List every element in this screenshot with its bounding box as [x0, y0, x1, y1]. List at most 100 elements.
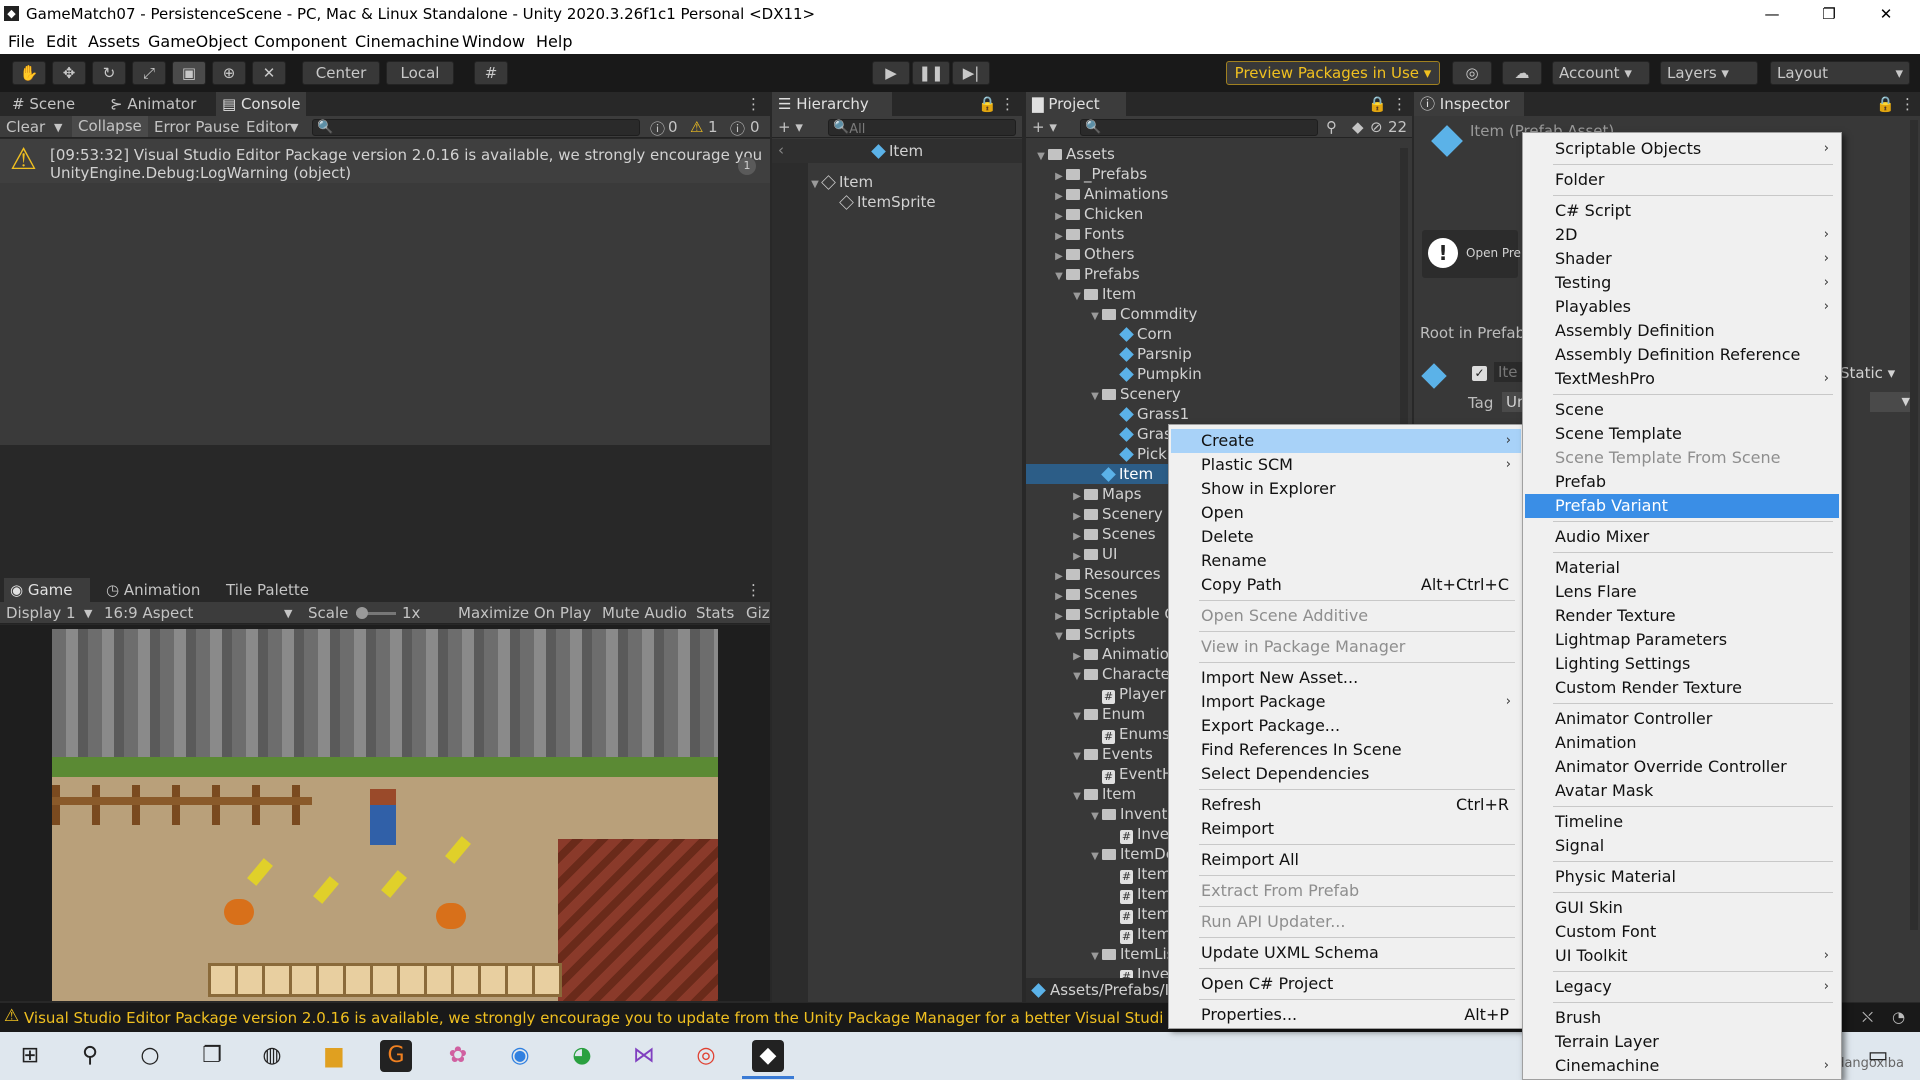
menu-help[interactable]: Help	[536, 32, 572, 51]
clear-button[interactable]: Clear	[6, 118, 45, 136]
menu-item-gui-skin[interactable]: GUI Skin	[1525, 896, 1839, 920]
project-tree-item[interactable]: ▶ Fonts	[1026, 224, 1400, 244]
menu-item-plastic-scm[interactable]: Plastic SCM ›	[1171, 453, 1521, 477]
scale-slider-handle[interactable]	[356, 607, 368, 619]
filter-label-icon[interactable]: ◆	[1352, 118, 1364, 136]
project-tree-item[interactable]: Corn	[1026, 324, 1400, 344]
menu-item-brush[interactable]: Brush	[1525, 1006, 1839, 1030]
back-arrow-icon[interactable]: ‹	[778, 141, 784, 159]
project-search-input[interactable]: 🔍	[1080, 119, 1318, 136]
menu-item-export-package[interactable]: Export Package...	[1171, 714, 1521, 738]
project-tree-item[interactable]: Pumpkin	[1026, 364, 1400, 384]
project-tree-item[interactable]: ▶ Others	[1026, 244, 1400, 264]
menu-item-scriptable-objects[interactable]: Scriptable Objects ›	[1525, 137, 1839, 161]
unity-taskbar-icon[interactable]: ◆	[752, 1040, 784, 1072]
pause-button[interactable]: ❚❚	[912, 61, 950, 85]
play-button[interactable]: ▶	[872, 61, 910, 85]
project-tree-item[interactable]: Parsnip	[1026, 344, 1400, 364]
hierarchy-menu-icon[interactable]: ⋮	[994, 92, 1021, 116]
inspector-scrollbar[interactable]	[1910, 120, 1918, 930]
project-tree-item[interactable]: ▼ Commdity	[1026, 304, 1400, 324]
transform-tool-icon[interactable]: ⊕	[212, 61, 246, 85]
project-add-icon[interactable]: + ▾	[1032, 118, 1057, 136]
menu-item-2d[interactable]: 2D ›	[1525, 223, 1839, 247]
game-view[interactable]	[0, 625, 770, 1001]
custom-tool-icon[interactable]: ✕	[252, 61, 286, 85]
panel-menu-icon[interactable]: ⋮	[740, 92, 767, 116]
menu-item-shader[interactable]: Shader ›	[1525, 247, 1839, 271]
scale-tool-icon[interactable]: ⤢	[132, 61, 166, 85]
project-tree-item[interactable]: ▶ Chicken	[1026, 204, 1400, 224]
menu-item-create[interactable]: Create ›	[1171, 429, 1521, 453]
menu-item-material[interactable]: Material	[1525, 556, 1839, 580]
minimize-button[interactable]: —	[1752, 2, 1792, 26]
menu-item-animation[interactable]: Animation	[1525, 731, 1839, 755]
search-icon[interactable]: ⚲	[74, 1040, 106, 1072]
rect-tool-icon[interactable]: ▣	[172, 61, 206, 85]
cortana-icon[interactable]: ○	[134, 1040, 166, 1072]
info-count-icon[interactable]: ⓘ	[650, 118, 665, 139]
visual-studio-icon[interactable]: ⋈	[628, 1040, 660, 1072]
aspect-dropdown[interactable]: 16:9 Aspect	[104, 604, 193, 622]
project-path[interactable]: Assets/Prefabs/I	[1050, 981, 1169, 999]
layout-dropdown[interactable]: Layout ▾	[1770, 61, 1910, 85]
menu-item-lighting-settings[interactable]: Lighting Settings	[1525, 652, 1839, 676]
tab-tile-palette[interactable]: Tile Palette	[220, 578, 315, 602]
hand-tool-icon[interactable]: ✋	[12, 61, 46, 85]
progress-icon[interactable]: ◔	[1892, 1008, 1905, 1026]
step-button[interactable]: ▶|	[952, 61, 990, 85]
tab-hierarchy[interactable]: ☰ Hierarchy	[772, 92, 892, 116]
preview-packages-button[interactable]: Preview Packages in Use ▾	[1226, 61, 1440, 85]
menu-window[interactable]: Window	[462, 32, 525, 51]
menu-item-playables[interactable]: Playables ›	[1525, 295, 1839, 319]
tab-inspector[interactable]: ⓘ Inspector	[1414, 92, 1524, 116]
menu-item-reimport-all[interactable]: Reimport All	[1171, 848, 1521, 872]
menu-item-properties[interactable]: Properties... Alt+P	[1171, 1003, 1521, 1027]
tab-project[interactable]: ▇ Project	[1026, 92, 1126, 116]
menu-component[interactable]: Component	[254, 32, 347, 51]
expand-arrow-icon[interactable]: ▼	[808, 175, 822, 195]
menu-item-scene-template[interactable]: Scene Template	[1525, 422, 1839, 446]
log-entry[interactable]: ⚠ [09:53:32] Visual Studio Editor Packag…	[0, 139, 770, 183]
project-tree-item[interactable]: Grass1	[1026, 404, 1400, 424]
menu-item-find-references-in-scene[interactable]: Find References In Scene	[1171, 738, 1521, 762]
maximize-on-play-button[interactable]: Maximize On Play	[458, 604, 591, 622]
object-name-field[interactable]: Ite	[1494, 362, 1524, 382]
maximize-button[interactable]: ❐	[1809, 2, 1849, 26]
pivot-local-button[interactable]: Local	[386, 61, 454, 85]
menu-item-copy-path[interactable]: Copy Path Alt+Ctrl+C	[1171, 573, 1521, 597]
menu-item-animator-override-controller[interactable]: Animator Override Controller	[1525, 755, 1839, 779]
menu-item-render-texture[interactable]: Render Texture	[1525, 604, 1839, 628]
menu-item-prefab-variant[interactable]: Prefab Variant	[1525, 494, 1839, 518]
menu-item-avatar-mask[interactable]: Avatar Mask	[1525, 779, 1839, 803]
menu-item-assembly-definition-reference[interactable]: Assembly Definition Reference	[1525, 343, 1839, 367]
app-g-icon[interactable]: G	[380, 1040, 412, 1072]
account-dropdown[interactable]: Account ▾	[1552, 61, 1650, 85]
menu-item-custom-render-texture[interactable]: Custom Render Texture	[1525, 676, 1839, 700]
error-count-icon[interactable]: ⓘ	[730, 118, 745, 139]
mute-audio-button[interactable]: Mute Audio	[602, 604, 687, 622]
menu-file[interactable]: File	[8, 32, 35, 51]
menu-cinemachine[interactable]: Cinemachine	[355, 32, 459, 51]
active-checkbox[interactable]: ✓	[1472, 366, 1487, 381]
menu-item-custom-font[interactable]: Custom Font	[1525, 920, 1839, 944]
menu-item-refresh[interactable]: Refresh Ctrl+R	[1171, 793, 1521, 817]
menu-item-animator-controller[interactable]: Animator Controller	[1525, 707, 1839, 731]
move-tool-icon[interactable]: ✥	[52, 61, 86, 85]
hierarchy-search-input[interactable]: 🔍 All	[828, 119, 1016, 137]
windows-start-icon[interactable]: ⊞	[14, 1040, 46, 1072]
tab-animation[interactable]: ◷ Animation	[100, 578, 206, 602]
app-chat-icon[interactable]: ◉	[504, 1040, 536, 1072]
project-tree-item[interactable]: ▼ Item	[1026, 284, 1400, 304]
menu-item-testing[interactable]: Testing ›	[1525, 271, 1839, 295]
editor-dropdown[interactable]: Editor	[246, 118, 290, 136]
task-view-icon[interactable]: ❐	[196, 1040, 228, 1072]
project-menu-icon[interactable]: ⋮	[1386, 92, 1413, 116]
error-pause-button[interactable]: Error Pause	[154, 118, 239, 136]
file-explorer-icon[interactable]: ▆	[318, 1040, 350, 1072]
cloud-icon[interactable]: ☁	[1502, 61, 1542, 85]
wechat-icon[interactable]: ◕	[566, 1040, 598, 1072]
open-prefab-button[interactable]: Open Pre	[1466, 246, 1521, 260]
stats-button[interactable]: Stats	[696, 604, 734, 622]
menu-gameobject[interactable]: GameObject	[148, 32, 248, 51]
